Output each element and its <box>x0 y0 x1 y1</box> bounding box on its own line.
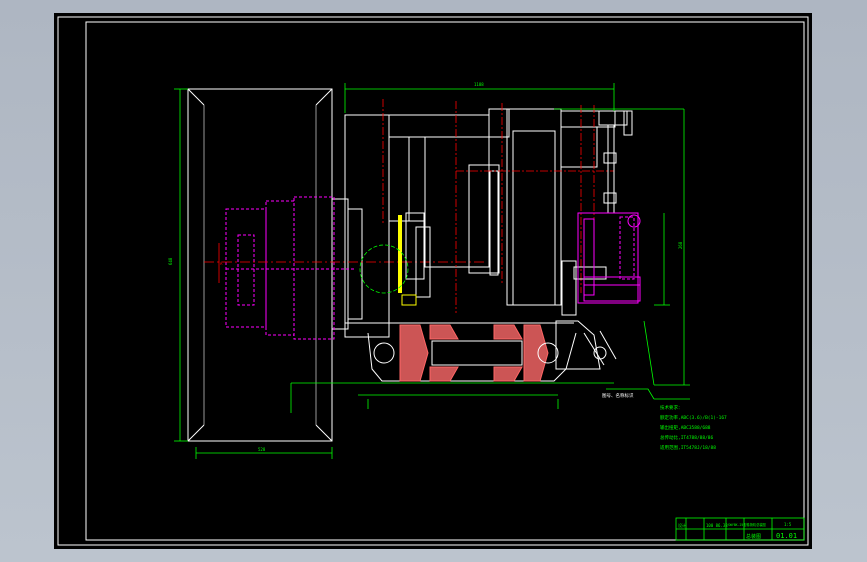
outer-frame <box>57 16 809 546</box>
title-name: SWY8K-25型卷扬机总装图 <box>728 522 766 527</box>
hidden-guard <box>577 212 641 304</box>
yellow-seal <box>398 215 402 293</box>
title-material: 总装图 <box>746 533 761 540</box>
note-line-2: 输出扭矩,ABC3588/688 <box>660 424 711 431</box>
yellow-seal-lower <box>401 294 417 306</box>
dimension-lines <box>174 83 690 459</box>
title-scale: 1:5 <box>784 522 792 527</box>
note-line-4: 适用范围,IT5478J/18/88 <box>660 444 716 451</box>
dim-left-height: 648 <box>168 257 173 265</box>
drum-assembly <box>187 88 363 442</box>
technical-notes: 技术要求： 额定功率,ABC(3.6)/B(1)-167 输出扭矩,ABC358… <box>660 404 727 451</box>
dim-base-width: 528 <box>258 447 266 452</box>
inner-frame <box>85 21 805 541</box>
callout-label: 图号、名称标识 <box>602 392 634 399</box>
dim-right-height: 268 <box>678 241 683 249</box>
dim-overall-width: 1188 <box>474 82 484 87</box>
title-sheet-no: 01.01 <box>776 532 797 540</box>
cad-viewport[interactable]: 1188 648 268 528 图号、名称标识 技术要求： 额定功率,ABC(… <box>0 0 867 562</box>
title-spec: 100 86.38 <box>706 523 728 528</box>
assembly-drawing: 1188 648 268 528 图号、名称标识 技术要求： 额定功率,ABC(… <box>57 16 809 546</box>
note-line-3: 总传动比,IT4788/88/86 <box>660 434 714 441</box>
title-unit: 设计 <box>678 522 686 528</box>
note-line-0: 技术要求： <box>660 404 683 411</box>
crawler-unit <box>367 324 577 382</box>
note-line-1: 额定功率,ABC(3.6)/B(1)-167 <box>660 414 727 421</box>
drawing-sheet: 1188 648 268 528 图号、名称标识 技术要求： 额定功率,ABC(… <box>54 13 812 549</box>
gear-housing <box>344 108 616 338</box>
hidden-hub <box>225 196 354 340</box>
